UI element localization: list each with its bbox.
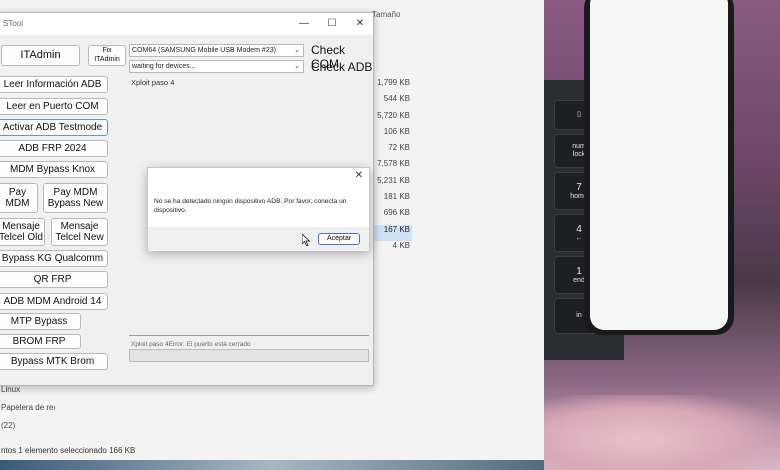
close-icon[interactable]: ✕ — [347, 15, 373, 33]
fix-itadmin-button[interactable]: Fix ITAdmin — [88, 45, 126, 66]
pay-mdm-bypass-new-button[interactable]: Pay MDM Bypass New — [43, 183, 108, 213]
itadmin-button[interactable]: ITAdmin — [1, 45, 80, 66]
nav-item-linux[interactable]: Linux — [0, 385, 55, 403]
adb-frp-2024-button[interactable]: ADB FRP 2024 — [0, 140, 108, 157]
leer-info-adb-button[interactable]: Leer Información ADB — [0, 76, 108, 93]
divider — [129, 335, 369, 336]
dialog-footer: Aceptar — [148, 227, 369, 251]
close-icon[interactable]: ✕ — [355, 170, 363, 181]
check-adb-label[interactable]: Check ADB — [311, 60, 372, 74]
navigation-pane: Linux Papelera de reci (22) — [0, 385, 55, 439]
leer-puerto-com-button[interactable]: Leer en Puerto COM — [0, 98, 108, 115]
adb-device-value: waiting for devices... — [132, 63, 196, 70]
bypass-kg-qualcomm-button[interactable]: Bypass KG Qualcomm — [0, 250, 108, 267]
nav-item-drive[interactable]: (22) — [0, 421, 55, 439]
nav-item-recycle-bin[interactable]: Papelera de reci — [0, 403, 55, 421]
com-port-value: COM64 (SAMSUNG Mobile USB Modem #23) — [132, 47, 276, 54]
status-text: Xploit paso 4Error: El puerto está cerra… — [131, 341, 251, 348]
brom-frp-button[interactable]: BROM FRP — [0, 334, 81, 349]
adb-mdm-android-14-button[interactable]: ADB MDM Android 14 — [0, 293, 108, 310]
log-text: Xploit paso 4 — [131, 78, 175, 87]
chevron-down-icon: ⌄ — [294, 63, 300, 70]
camera-photo: ▯ num lock 7 home 4 ← 1 end in — [544, 0, 780, 470]
dialog-message: No se ha detectado ningún dispositivo AD… — [154, 198, 347, 214]
mdm-bypass-knox-button[interactable]: MDM Bypass Knox — [0, 161, 108, 178]
accept-button[interactable]: Aceptar — [318, 233, 360, 245]
qr-frp-button[interactable]: QR FRP — [0, 271, 108, 288]
size-column-header[interactable]: Tamaño — [372, 10, 400, 19]
activar-adb-testmode-button[interactable]: Activar ADB Testmode — [0, 119, 108, 136]
mensaje-telcel-new-button[interactable]: Mensaje Telcel New — [51, 218, 108, 246]
pay-mdm-button[interactable]: Pay MDM — [0, 183, 38, 213]
explorer-status-bar: ntos 1 elemento seleccionado 166 KB — [1, 446, 136, 455]
mouse-cursor-icon — [302, 234, 310, 246]
title-bar: STool — ☐ ✕ — [0, 13, 373, 35]
maximize-icon[interactable]: ☐ — [319, 15, 345, 33]
mensaje-telcel-old-button[interactable]: Mensaje Telcel Old — [0, 218, 45, 246]
message-dialog: ✕ No se ha detectado ningún dispositivo … — [147, 167, 370, 251]
mtp-bypass-button[interactable]: MTP Bypass — [0, 313, 81, 330]
taskbar — [0, 460, 544, 470]
minimize-icon[interactable]: — — [291, 15, 317, 33]
chevron-down-icon: ⌄ — [294, 47, 300, 54]
adb-device-select[interactable]: waiting for devices... ⌄ — [129, 60, 304, 73]
bypass-mtk-brom-button[interactable]: Bypass MTK Brom — [0, 353, 108, 370]
window-title: STool — [3, 19, 24, 28]
phone-screen — [590, 0, 728, 330]
com-port-select[interactable]: COM64 (SAMSUNG Mobile USB Modem #23) ⌄ — [129, 44, 304, 57]
progress-bar — [129, 349, 369, 362]
hand-blur — [544, 395, 780, 470]
